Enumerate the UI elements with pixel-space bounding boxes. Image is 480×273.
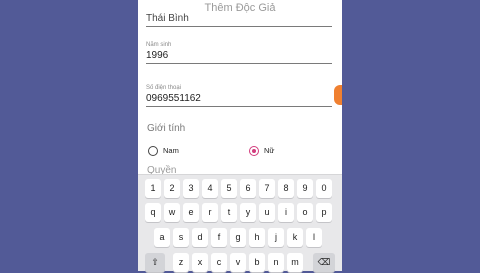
key-g[interactable]: g	[230, 228, 246, 247]
key-b[interactable]: b	[249, 253, 265, 272]
key-a[interactable]: a	[154, 228, 170, 247]
gender-label: Giới tính	[147, 123, 186, 134]
key-p[interactable]: p	[316, 203, 332, 222]
key-e[interactable]: e	[183, 203, 199, 222]
keyboard-row-bottom: ⇧ z x c v b n m ⌫	[138, 253, 342, 273]
key-l[interactable]: l	[306, 228, 322, 247]
key-2[interactable]: 2	[164, 179, 180, 198]
key-u[interactable]: u	[259, 203, 275, 222]
keyboard-row-numbers: 1 2 3 4 5 6 7 8 9 0	[138, 179, 342, 199]
key-h[interactable]: h	[249, 228, 265, 247]
shift-key-icon[interactable]: ⇧	[145, 253, 165, 272]
radio-unchecked-icon[interactable]	[148, 145, 158, 156]
backspace-key-icon[interactable]: ⌫	[313, 253, 335, 272]
page-title: Thêm Độc Giả	[204, 2, 276, 14]
phone-underline	[146, 106, 332, 107]
key-3[interactable]: 3	[183, 179, 199, 198]
key-4[interactable]: 4	[202, 179, 218, 198]
phone-field[interactable]: Số điện thoại 0969551162	[146, 84, 332, 107]
key-m[interactable]: m	[287, 253, 303, 272]
key-q[interactable]: q	[145, 203, 161, 222]
key-5[interactable]: 5	[221, 179, 237, 198]
key-z[interactable]: z	[173, 253, 189, 272]
key-c[interactable]: c	[211, 253, 227, 272]
keyboard-row-top: q w e r t y u i o p	[138, 203, 342, 223]
key-9[interactable]: 9	[297, 179, 313, 198]
key-t[interactable]: t	[221, 203, 237, 222]
birth-year-underline	[146, 63, 332, 64]
key-0[interactable]: 0	[316, 179, 332, 198]
birth-year-value[interactable]: 1996	[146, 49, 332, 62]
address-underline	[146, 26, 332, 27]
key-i[interactable]: i	[278, 203, 294, 222]
gender-radio-nam[interactable]: Nam	[148, 144, 179, 157]
key-8[interactable]: 8	[278, 179, 294, 198]
birth-year-label: Năm sinh	[146, 42, 172, 48]
key-n[interactable]: n	[268, 253, 284, 272]
keyboard-row-middle: a s d f g h j k l	[138, 228, 342, 248]
floating-side-tab[interactable]	[334, 85, 342, 105]
gender-option-nam-label[interactable]: Nam	[163, 146, 179, 155]
soft-keyboard: 1 2 3 4 5 6 7 8 9 0 q w e r t y u i o p …	[138, 174, 342, 273]
key-1[interactable]: 1	[145, 179, 161, 198]
key-f[interactable]: f	[211, 228, 227, 247]
key-r[interactable]: r	[202, 203, 218, 222]
key-6[interactable]: 6	[240, 179, 256, 198]
key-x[interactable]: x	[192, 253, 208, 272]
key-k[interactable]: k	[287, 228, 303, 247]
key-s[interactable]: s	[173, 228, 189, 247]
key-7[interactable]: 7	[259, 179, 275, 198]
key-w[interactable]: w	[164, 203, 180, 222]
phone-label: Số điện thoại	[146, 85, 182, 91]
key-d[interactable]: d	[192, 228, 208, 247]
phone-value[interactable]: 0969551162	[146, 92, 332, 105]
radio-checked-icon[interactable]	[249, 145, 259, 156]
birth-year-field[interactable]: Năm sinh 1996	[146, 41, 332, 64]
key-y[interactable]: y	[240, 203, 256, 222]
gender-radio-nu[interactable]: Nữ	[249, 144, 274, 157]
gender-option-nu-label[interactable]: Nữ	[264, 146, 274, 155]
key-j[interactable]: j	[268, 228, 284, 247]
key-v[interactable]: v	[230, 253, 246, 272]
key-o[interactable]: o	[297, 203, 313, 222]
